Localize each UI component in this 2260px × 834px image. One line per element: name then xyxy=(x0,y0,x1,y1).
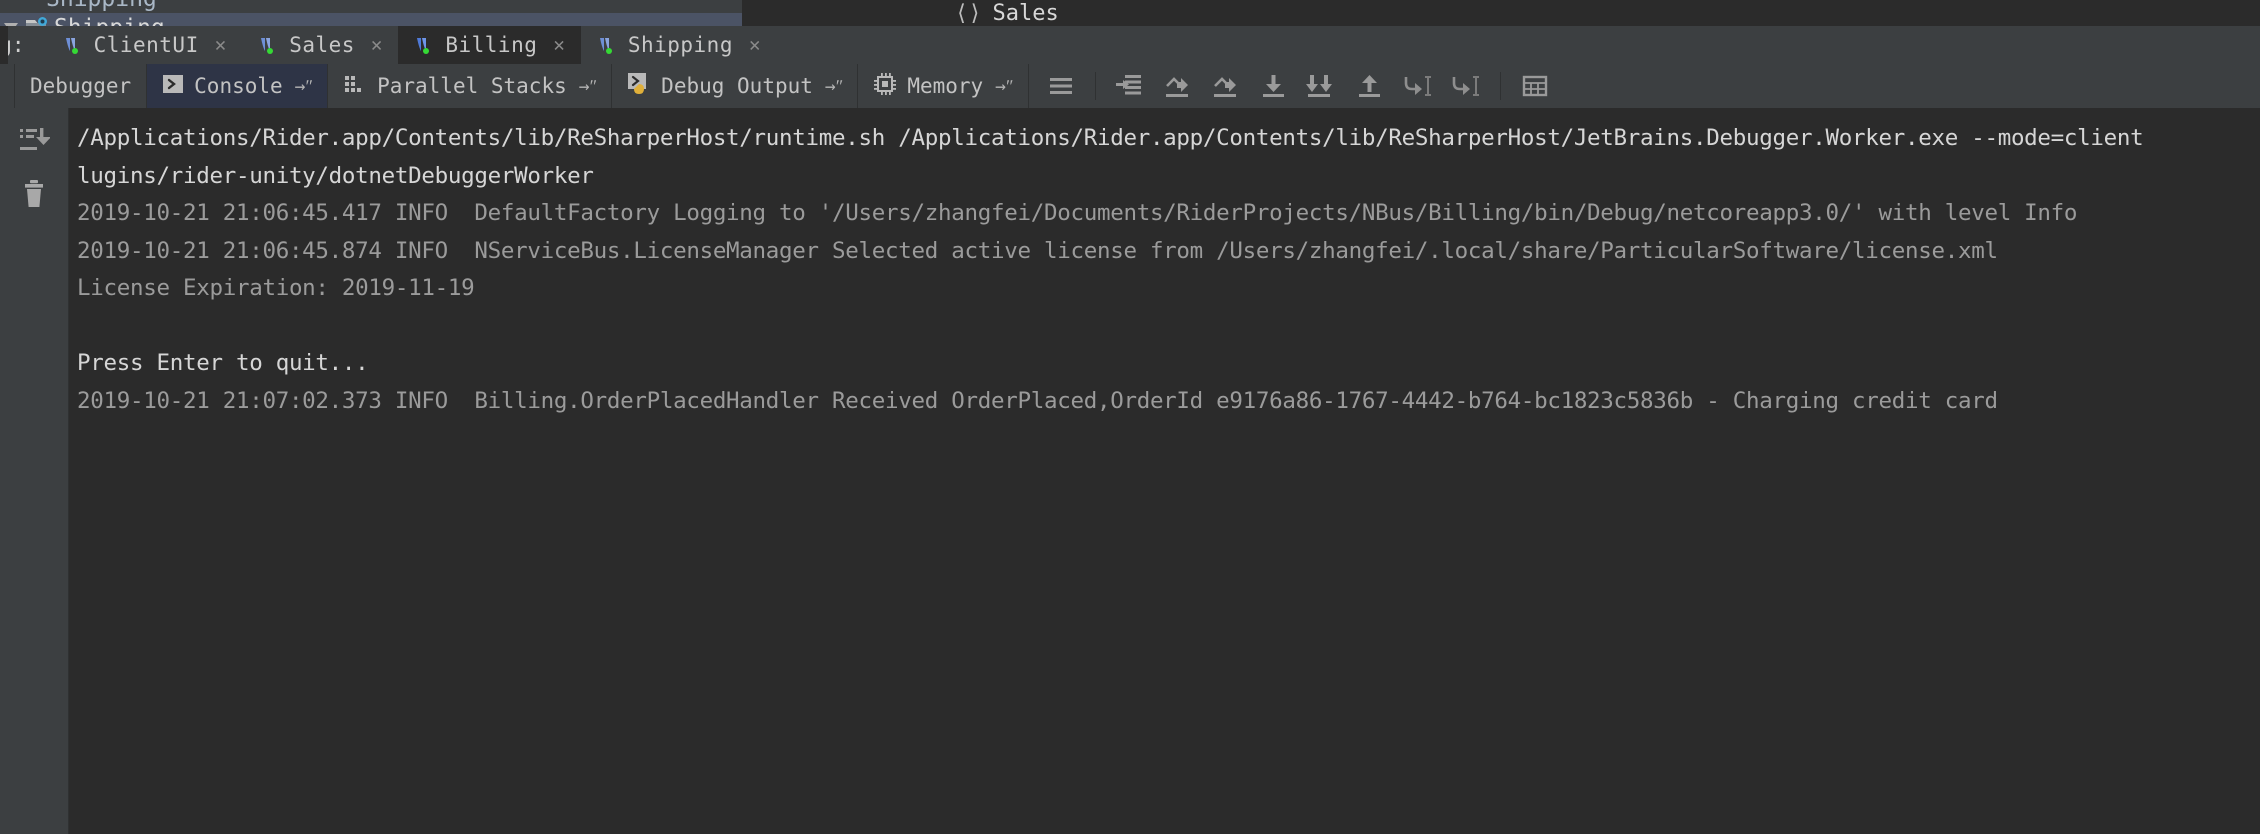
tab-debug-output[interactable]: Debug Output →ʺ xyxy=(612,64,859,108)
memory-icon xyxy=(873,72,897,100)
chevron-dropdown-icon[interactable]: →ʺ xyxy=(579,76,596,97)
chevron-dropdown-icon[interactable]: →ʺ xyxy=(995,76,1012,97)
console-icon xyxy=(162,73,184,99)
session-tab-clientui[interactable]: ClientUI ✕ xyxy=(47,26,243,64)
close-icon[interactable]: ✕ xyxy=(749,35,760,55)
tab-memory-label: Memory xyxy=(907,74,984,98)
parallel-stacks-icon xyxy=(343,73,367,99)
console-line: License Expiration: 2019-11-19 xyxy=(77,275,475,301)
tab-console-label: Console xyxy=(194,74,283,98)
nservicebus-icon xyxy=(258,34,280,56)
step-over-icon[interactable] xyxy=(1154,64,1202,108)
tree-row-above-label: Shipping xyxy=(46,0,157,12)
console-gutter xyxy=(0,108,69,834)
debug-toolbar-buttons xyxy=(1029,64,1559,108)
chevron-dropdown-icon[interactable]: →ʺ xyxy=(825,76,842,97)
tabs-left-edge xyxy=(0,26,8,68)
chevron-dropdown-icon[interactable]: →ʺ xyxy=(295,76,312,97)
console-line: Press Enter to quit... xyxy=(77,350,369,376)
tab-console[interactable]: Console →ʺ xyxy=(147,64,329,108)
session-tab-label: ClientUI xyxy=(93,33,199,57)
step-into-icon[interactable] xyxy=(1250,64,1298,108)
console-line: 2019-10-21 21:06:45.874 INFO NServiceBus… xyxy=(77,237,1998,264)
console-line: 2019-10-21 21:07:02.373 INFO Billing.Ord… xyxy=(77,387,1998,414)
scroll-to-end-icon[interactable] xyxy=(12,120,56,160)
tab-parallel-stacks-label: Parallel Stacks xyxy=(377,74,567,98)
step-over-force-icon[interactable] xyxy=(1202,64,1250,108)
session-tab-billing[interactable]: Billing ✕ xyxy=(398,26,581,64)
nservicebus-icon xyxy=(414,34,436,56)
tab-debugger[interactable]: Debugger xyxy=(14,64,148,108)
close-icon[interactable]: ✕ xyxy=(553,35,564,55)
debug-toolbar: Debugger Console →ʺ Parallel Stacks →ʺ D… xyxy=(0,64,2260,108)
tab-debug-output-label: Debug Output xyxy=(661,74,813,98)
step-out-icon[interactable] xyxy=(1346,64,1394,108)
console-line: /Applications/Rider.app/Contents/lib/ReS… xyxy=(77,125,2144,151)
console-panel: /Applications/Rider.app/Contents/lib/ReS… xyxy=(0,108,2260,834)
evaluate-expression-icon[interactable] xyxy=(1511,64,1559,108)
angle-brackets-icon: ⟨⟩ xyxy=(955,0,982,26)
debug-output-icon xyxy=(627,72,651,100)
trash-icon[interactable] xyxy=(12,174,56,214)
toolbar-divider xyxy=(1499,72,1501,100)
console-output[interactable]: /Applications/Rider.app/Contents/lib/ReS… xyxy=(69,108,2260,834)
session-tab-label: Billing xyxy=(445,33,538,57)
debug-session-tabs: bug: ClientUI ✕ Sales ✕ xyxy=(0,26,2260,68)
close-icon[interactable]: ✕ xyxy=(215,35,226,55)
nservicebus-icon xyxy=(63,34,85,56)
tab-debugger-label: Debugger xyxy=(30,74,132,98)
toolbar-divider xyxy=(1094,72,1096,100)
console-line: 2019-10-21 21:06:45.417 INFO DefaultFact… xyxy=(77,200,2078,226)
session-tab-shipping[interactable]: Shipping ✕ xyxy=(581,26,777,64)
editor-header-title: Sales xyxy=(992,0,1059,26)
close-icon[interactable]: ✕ xyxy=(371,35,382,55)
force-run-to-cursor-icon[interactable] xyxy=(1442,64,1490,108)
tab-parallel-stacks[interactable]: Parallel Stacks →ʺ xyxy=(328,64,613,108)
settings-lines-icon[interactable] xyxy=(1037,64,1085,108)
step-into-force-icon[interactable] xyxy=(1298,64,1346,108)
editor-header-sales[interactable]: ⟨⟩ Sales xyxy=(955,0,1059,28)
step-into-smart-icon[interactable] xyxy=(1106,64,1154,108)
console-line: lugins/rider-unity/dotnetDebuggerWorker xyxy=(77,162,594,189)
tab-memory[interactable]: Memory →ʺ xyxy=(858,64,1029,108)
nservicebus-icon xyxy=(597,34,619,56)
session-tab-sales[interactable]: Sales ✕ xyxy=(242,26,398,64)
session-tab-label: Shipping xyxy=(627,33,733,57)
session-tab-label: Sales xyxy=(289,33,355,57)
run-to-cursor-icon[interactable] xyxy=(1394,64,1442,108)
